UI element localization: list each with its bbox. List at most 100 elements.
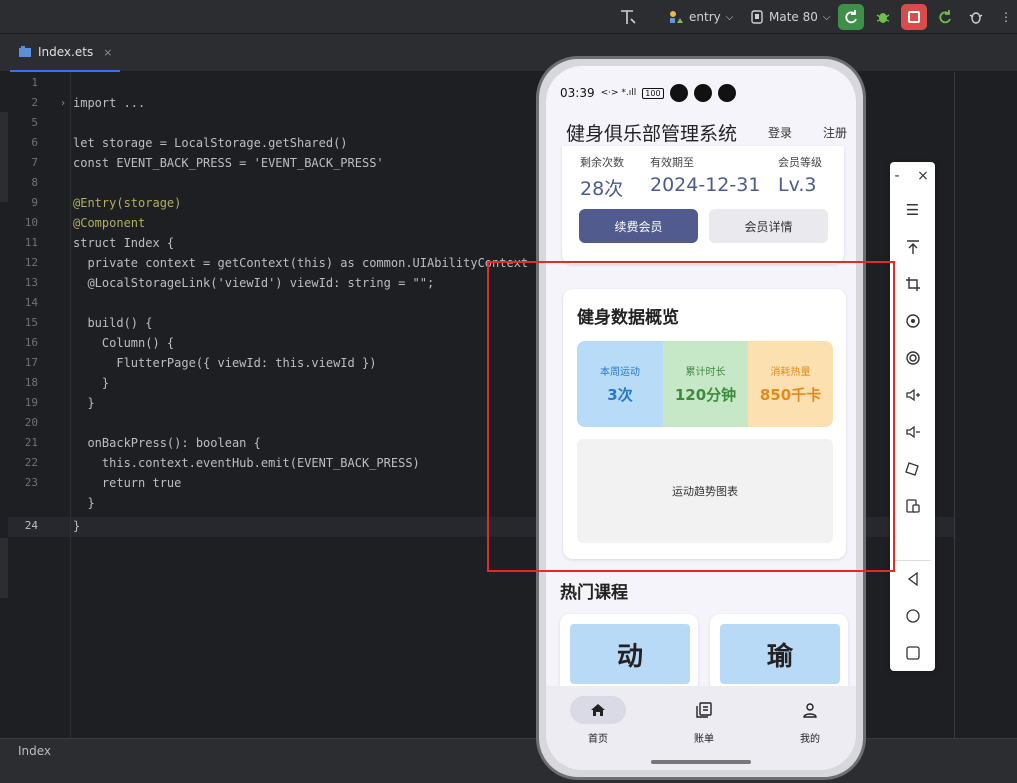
line-number: 19 [24,396,38,409]
more-menu-icon[interactable]: ⋮ [1000,0,1012,34]
code-line: let storage = LocalStorage.getShared() [73,136,348,150]
tab-label: 账单 [694,734,714,745]
code-line: import ... [73,96,146,110]
expiry-value: 2024-12-31 [650,174,761,196]
course-card[interactable]: 瑜 [710,614,848,694]
code-line: @Component [73,216,146,230]
register-link[interactable]: 注册 [823,124,847,141]
tab-icon-wrap [782,696,838,724]
code-line: return true [73,476,182,490]
stop-icon [908,11,920,23]
membership-card: 剩余次数 有效期至 会员等级 28次 2024-12-31 Lv.3 续费会员 … [562,146,844,264]
camera-cutout-icon [693,84,712,102]
line-number: 24 [24,519,38,532]
line-number: 17 [24,356,38,369]
code-line: @Entry(storage) [73,196,182,210]
highlight-box [487,261,895,572]
line-number: 23 [24,476,38,489]
line-number: 7 [31,156,38,169]
expiry-label: 有效期至 [650,156,694,169]
line-number: 8 [31,176,38,189]
line-number: 16 [24,336,38,349]
line-number: 12 [24,256,38,269]
bottom-strip [0,763,1017,783]
file-icon [19,46,31,57]
apply-changes-button[interactable] [932,4,958,30]
breadcrumb[interactable]: Index [18,744,51,758]
change-marker [0,112,8,202]
back-icon[interactable] [890,567,935,591]
line-number: 6 [31,136,38,149]
close-icon[interactable]: × [103,46,112,59]
gutter-divider [70,72,71,738]
chevron-down-icon: ⌵ [725,11,734,23]
line-number: 11 [24,236,38,249]
close-button[interactable]: × [908,164,938,188]
login-link[interactable]: 登录 [768,124,792,141]
line-number: 9 [31,196,38,209]
tab-home[interactable]: 首页 [563,696,633,745]
device-icon [751,10,763,24]
member-level-label: 会员等级 [778,156,822,169]
home-button-icon[interactable] [890,604,935,628]
bill-icon [696,702,712,718]
battery-icon: 100 [642,87,664,99]
code-line: build() { [73,316,153,330]
record-icon[interactable] [890,346,935,370]
code-line: Column() { [73,336,175,350]
code-line: struct Index { [73,236,175,250]
code-line: } [73,519,81,533]
phone-status-bar: 03:39 <·> *.ıll 100 [560,83,840,103]
volume-up-icon[interactable] [890,383,935,407]
person-icon [803,703,817,718]
home-indicator[interactable] [651,760,751,764]
menu-icon[interactable]: ☰ [890,198,935,222]
apply-changes-icon [939,10,951,24]
module-icon [670,11,683,23]
rotate-device-icon[interactable] [890,457,935,481]
rerun-icon [845,10,857,24]
debug-button[interactable] [870,4,896,30]
fold-arrow-icon[interactable]: › [60,98,66,109]
line-number: 14 [24,296,38,309]
line-number: 22 [24,456,38,469]
profiler-button[interactable] [963,4,989,30]
profiler-icon [969,12,983,24]
text-tool-icon[interactable] [618,0,638,34]
run-config-label: entry [689,10,721,24]
tab-profile[interactable]: 我的 [775,696,845,745]
stop-button[interactable] [901,4,927,30]
tab-index-ets[interactable]: Index.ets × [10,34,121,72]
line-number: 5 [31,116,38,129]
multi-device-icon[interactable] [890,494,935,518]
line-number: 13 [24,276,38,289]
course-card[interactable]: 动 [560,614,698,694]
line-number: 21 [24,436,38,449]
renew-membership-button[interactable]: 续费会员 [579,209,698,243]
membership-details-button[interactable]: 会员详情 [709,209,828,243]
volume-down-icon[interactable] [890,420,935,444]
pin-top-icon[interactable] [890,235,935,259]
code-line: } [73,396,95,410]
right-margin-guide [954,72,955,738]
course-thumbnail: 动 [570,624,690,684]
code-line: } [73,496,95,510]
line-number: 15 [24,316,38,329]
tab-bills[interactable]: 账单 [669,696,739,745]
remaining-count-label: 剩余次数 [580,156,624,169]
line-number: 20 [24,416,38,429]
rotate-icon[interactable] [890,309,935,333]
clock: 03:39 [560,86,595,100]
tab-label: 我的 [800,734,820,745]
code-line: const EVENT_BACK_PRESS = 'EVENT_BACK_PRE… [73,156,384,170]
panel-divider [894,560,931,561]
recents-icon[interactable] [890,641,935,665]
rerun-button[interactable] [838,4,864,30]
line-number: 10 [24,216,38,229]
crop-icon[interactable] [890,272,935,296]
device-selector[interactable]: Mate 80 ⌵ [750,0,830,34]
course-thumbnail: 瑜 [720,624,840,684]
bug-icon [876,13,890,23]
run-config-selector[interactable]: entry ⌵ [668,0,733,34]
member-level-value: Lv.3 [778,174,817,196]
